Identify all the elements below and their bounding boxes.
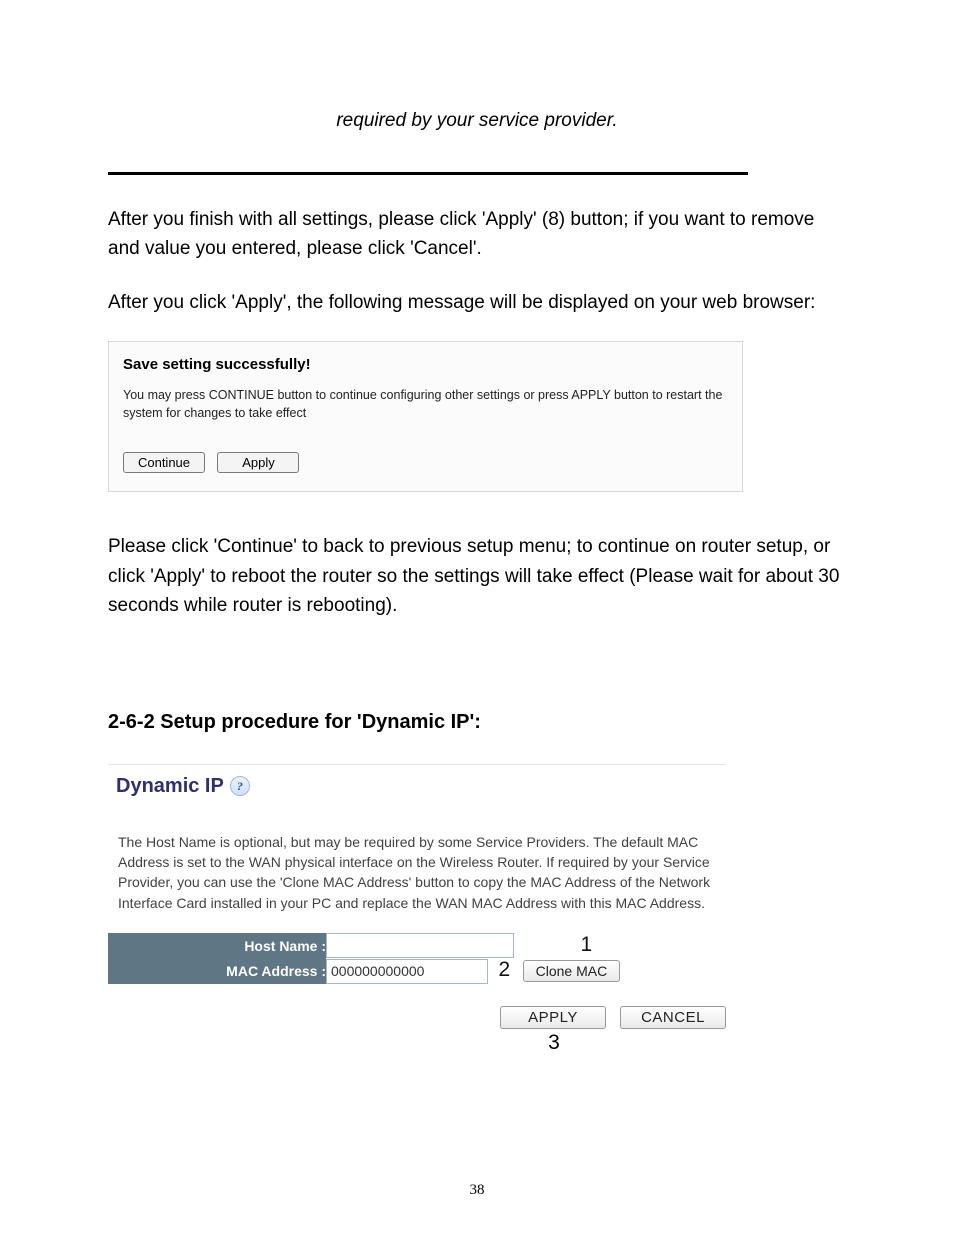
mac-address-label: MAC Address : [108, 958, 326, 984]
messagebox-description: You may press CONTINUE button to continu… [123, 387, 728, 422]
apply-button[interactable]: Apply [217, 452, 299, 473]
save-setting-messagebox: Save setting successfully! You may press… [108, 341, 743, 492]
apply-button-form[interactable]: APPLY [500, 1006, 606, 1029]
host-name-label: Host Name : [108, 933, 326, 959]
divider [108, 172, 748, 175]
section-heading: 2-6-2 Setup procedure for 'Dynamic IP': [108, 711, 846, 734]
clone-mac-button[interactable]: Clone MAC [523, 960, 621, 982]
annotation-1: 1 [580, 933, 592, 956]
continue-button[interactable]: Continue [123, 452, 205, 473]
dynamic-ip-title: Dynamic IP [116, 775, 224, 798]
annotation-2: 2 [498, 958, 510, 981]
cancel-button-form[interactable]: CANCEL [620, 1006, 726, 1029]
dynamic-ip-panel: Dynamic IP ? The Host Name is optional, … [108, 764, 726, 1061]
paragraph-2: After you click 'Apply', the following m… [108, 288, 846, 317]
top-note: required by your service provider. [108, 110, 846, 132]
page-number: 38 [0, 1182, 954, 1199]
paragraph-3: Please click 'Continue' to back to previ… [108, 532, 846, 620]
paragraph-1: After you finish with all settings, plea… [108, 205, 846, 264]
annotation-3: 3 [454, 1031, 654, 1055]
dynamic-ip-description: The Host Name is optional, but may be re… [108, 804, 726, 933]
mac-address-input[interactable] [326, 959, 488, 984]
help-icon[interactable]: ? [230, 776, 250, 796]
messagebox-title: Save setting successfully! [123, 356, 728, 373]
dynamic-ip-form: Host Name : 1 MAC Address : 2 Clone MAC [108, 933, 726, 1061]
host-name-input[interactable] [326, 933, 514, 958]
